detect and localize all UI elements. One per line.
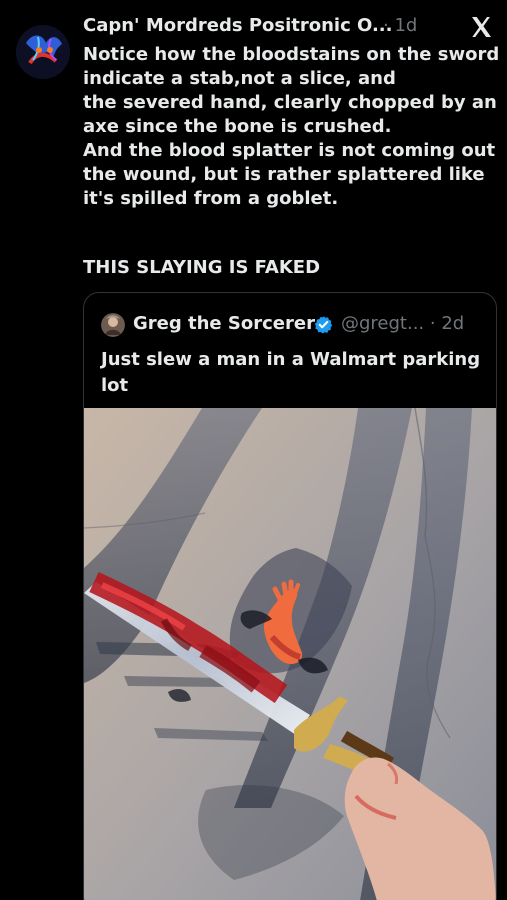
post-timestamp[interactable]: · 1d bbox=[383, 15, 417, 36]
quoted-post-line: Just slew a man in a Walmart parking bbox=[101, 349, 481, 370]
post-line: it's spilled from a goblet. bbox=[83, 188, 339, 209]
quoted-author-name[interactable]: Greg the Sorcerer bbox=[133, 313, 315, 334]
post-header: Capn' Mordreds Positronic O... · 1d bbox=[83, 14, 493, 42]
post-line: indicate a stab,not a slice, and bbox=[83, 68, 396, 89]
post-body: Notice how the bloodstains on the sword … bbox=[83, 43, 500, 211]
post-line: the wound, but is rather splattered like bbox=[83, 164, 485, 185]
quoted-author-avatar[interactable] bbox=[101, 313, 125, 337]
quoted-post-card[interactable]: Greg the Sorcerer @gregt... · 2d Just sl… bbox=[83, 292, 497, 900]
quoted-post-line: lot bbox=[101, 375, 129, 396]
post-line: And the blood splatter is not coming out bbox=[83, 140, 496, 161]
quoted-post-header: Greg the Sorcerer @gregt... · 2d bbox=[101, 313, 481, 337]
post-line: Notice how the bloodstains on the sword bbox=[83, 44, 500, 65]
quoted-handle-timestamp[interactable]: @gregt... · 2d bbox=[341, 313, 464, 334]
post-caps-line: THIS SLAYING IS FAKED bbox=[83, 257, 321, 278]
post-line: axe since the bone is crushed. bbox=[83, 116, 392, 137]
quoted-post-media[interactable] bbox=[84, 408, 496, 900]
post-line: the severed hand, clearly chopped by an bbox=[83, 92, 497, 113]
author-avatar[interactable] bbox=[16, 25, 70, 79]
author-name[interactable]: Capn' Mordreds Positronic O... bbox=[83, 15, 392, 36]
x-logo-icon bbox=[469, 15, 493, 39]
verified-badge-icon bbox=[314, 315, 333, 334]
quoted-post-body: Just slew a man in a Walmart parking lot bbox=[101, 347, 481, 399]
